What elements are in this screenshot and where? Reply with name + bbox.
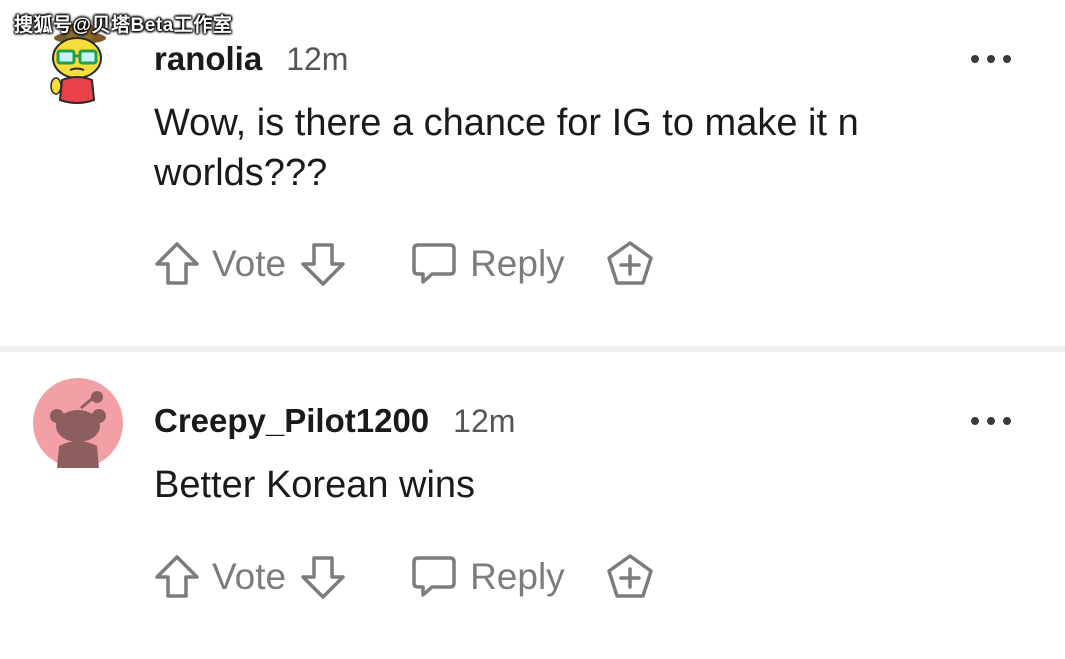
upvote-button[interactable] xyxy=(152,239,202,289)
comment: ranolia 12m Wow, is there a chance for I… xyxy=(0,0,1065,346)
more-dots-icon xyxy=(971,417,979,425)
timestamp: 12m xyxy=(286,41,349,77)
reply-button[interactable]: Reply xyxy=(410,553,565,601)
upvote-button[interactable] xyxy=(152,552,202,602)
downvote-arrow-icon xyxy=(301,556,345,599)
reply-label: Reply xyxy=(470,556,565,597)
award-plus-icon xyxy=(606,241,653,285)
comment-actions: Vote Reply xyxy=(152,549,655,605)
award-button[interactable] xyxy=(605,239,655,289)
comment-actions: Vote Reply xyxy=(152,236,655,292)
more-dots-icon xyxy=(1003,55,1011,63)
vote-label: Vote xyxy=(212,243,287,284)
award-button[interactable] xyxy=(605,552,655,602)
username[interactable]: Creepy_Pilot1200 xyxy=(154,402,429,440)
vote-label: Vote xyxy=(212,556,287,597)
more-options-button[interactable] xyxy=(971,52,1011,66)
more-dots-icon xyxy=(987,417,995,425)
upvote-arrow-icon xyxy=(155,555,199,598)
reply-label: Reply xyxy=(470,243,565,284)
watermark: 搜狐号@贝塔Beta工作室 xyxy=(14,15,233,36)
timestamp: 12m xyxy=(453,403,516,439)
comment: Creepy_Pilot1200 12m Better Korean wins … xyxy=(0,352,1065,659)
more-dots-icon xyxy=(987,55,995,63)
speech-bubble-icon xyxy=(412,556,456,597)
more-dots-icon xyxy=(1003,417,1011,425)
comment-meta: Creepy_Pilot1200 12m xyxy=(154,402,515,440)
speech-bubble-icon xyxy=(412,243,456,284)
vote-group: Vote xyxy=(152,239,348,289)
avatar[interactable] xyxy=(33,378,123,468)
downvote-button[interactable] xyxy=(298,552,348,602)
default-snoo-avatar-icon xyxy=(33,378,123,468)
upvote-arrow-icon xyxy=(155,242,199,285)
downvote-arrow-icon xyxy=(301,243,345,286)
more-options-button[interactable] xyxy=(971,414,1011,428)
comment-body: Better Korean wins xyxy=(154,464,476,506)
downvote-button[interactable] xyxy=(298,239,348,289)
vote-group: Vote xyxy=(152,552,348,602)
reply-button[interactable]: Reply xyxy=(410,240,565,288)
comment-body: Wow, is there a chance for IG to make it… xyxy=(154,102,859,194)
comment-meta: ranolia 12m xyxy=(154,40,348,78)
award-plus-icon xyxy=(606,554,653,598)
more-dots-icon xyxy=(971,55,979,63)
username[interactable]: ranolia xyxy=(154,40,262,78)
